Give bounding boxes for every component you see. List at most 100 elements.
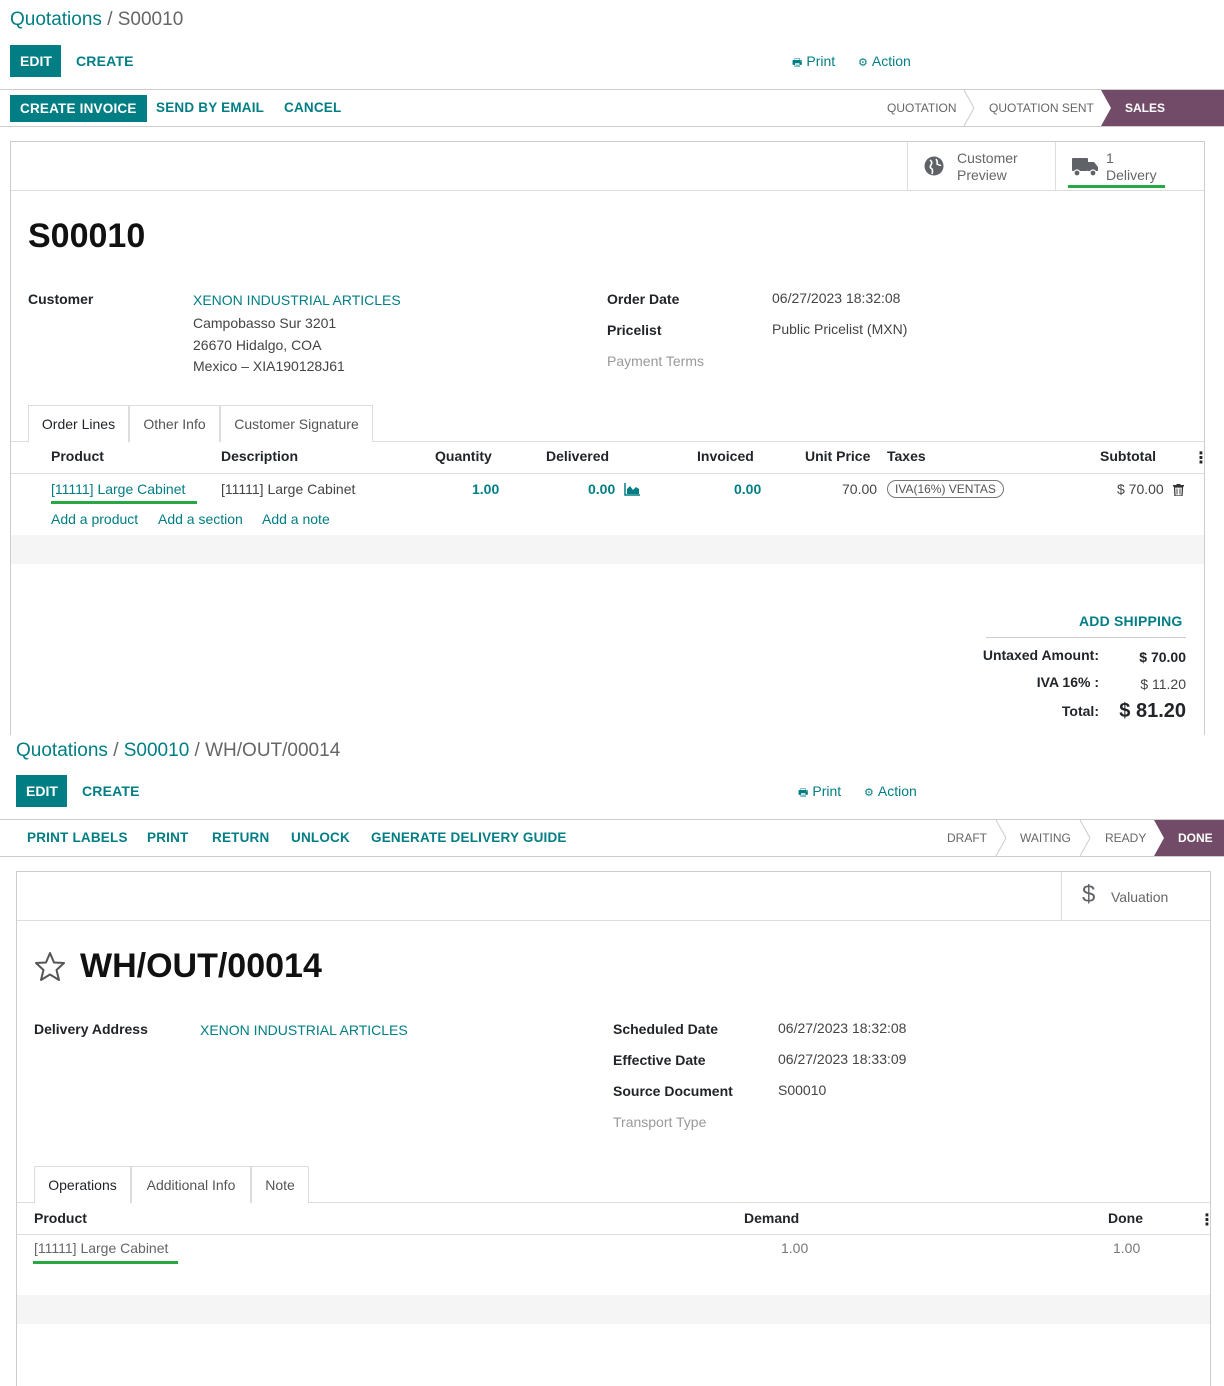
- table-row[interactable]: [11111] Large Cabinet 1.00 1.00: [17, 1235, 1210, 1265]
- delivery-count: 1: [1106, 150, 1114, 166]
- table-header: Product Description Quantity Delivered I…: [11, 442, 1209, 474]
- breadcrumb: Quotations / S00010 / WH/OUT/00014: [16, 740, 340, 762]
- add-product-link[interactable]: Add a product: [51, 511, 138, 527]
- kebab-icon[interactable]: ⋮: [1199, 1210, 1215, 1230]
- area-chart-icon[interactable]: [624, 483, 641, 496]
- line-invoiced[interactable]: 0.00: [734, 481, 761, 497]
- generate-delivery-guide-button[interactable]: GENERATE DELIVERY GUIDE: [371, 820, 567, 856]
- stage-draft: DRAFT: [947, 831, 987, 845]
- transport-type-label: Transport Type: [613, 1114, 707, 1130]
- col-unit-price[interactable]: Unit Price: [805, 448, 870, 464]
- col-done[interactable]: Done: [1108, 1210, 1143, 1226]
- action-menu[interactable]: ⚙ Action: [864, 781, 917, 801]
- customer-preview-line2: Preview: [957, 167, 1007, 183]
- form-sheet: Customer Preview 1 Delivery S00010 Custo…: [10, 141, 1209, 735]
- unlock-button[interactable]: UNLOCK: [291, 820, 350, 856]
- sales-order-panel: Quotations / S00010 EDIT CREATE 🖶 Print ⚙…: [0, 0, 1224, 735]
- notebook-tabs: Operations Additional Info Note: [17, 1166, 1210, 1204]
- status-bar: PRINT LABELS PRINT RETURN UNLOCK GENERAT…: [0, 819, 1224, 857]
- breadcrumb-current: WH/OUT/00014: [205, 740, 341, 761]
- col-product[interactable]: Product: [51, 448, 104, 464]
- return-button[interactable]: RETURN: [212, 820, 269, 856]
- button-box: $ Valuation: [17, 872, 1210, 921]
- tab-note[interactable]: Note: [251, 1166, 309, 1203]
- scheduled-date-value: 06/27/2023 18:32:08: [778, 1020, 907, 1036]
- breadcrumb-quotations[interactable]: Quotations: [10, 9, 102, 30]
- edit-button[interactable]: EDIT: [10, 45, 61, 77]
- breadcrumb-separator: /: [113, 740, 119, 761]
- pricelist-value[interactable]: Public Pricelist (MXN): [772, 318, 907, 340]
- col-invoiced[interactable]: Invoiced: [697, 448, 754, 464]
- breadcrumb-sale-order[interactable]: S00010: [124, 740, 190, 761]
- untaxed-label: Untaxed Amount:: [982, 647, 1099, 663]
- stage-separator: [1079, 820, 1091, 856]
- col-delivered[interactable]: Delivered: [546, 448, 609, 464]
- delivery-button[interactable]: 1 Delivery: [1055, 142, 1205, 190]
- print-labels-button[interactable]: PRINT LABELS: [27, 820, 128, 856]
- col-quantity[interactable]: Quantity: [435, 448, 492, 464]
- tab-other-info[interactable]: Other Info: [129, 405, 220, 442]
- stage-separator: [995, 820, 1007, 856]
- line-product[interactable]: [11111] Large Cabinet: [34, 1240, 168, 1256]
- table-row[interactable]: [11111] Large Cabinet [11111] Large Cabi…: [11, 475, 1204, 505]
- notebook-tabs: Order Lines Other Info Customer Signatur…: [11, 405, 1204, 443]
- tab-order-lines[interactable]: Order Lines: [28, 405, 129, 443]
- empty-row: [11, 535, 1204, 564]
- record-title: S00010: [28, 217, 146, 255]
- tab-operations[interactable]: Operations: [34, 1166, 131, 1204]
- create-invoice-button[interactable]: CREATE INVOICE: [10, 95, 147, 122]
- customer-address-line1: Campobasso Sur 3201: [193, 315, 337, 331]
- line-quantity[interactable]: 1.00: [472, 481, 499, 497]
- trash-icon[interactable]: [1173, 484, 1184, 496]
- tax-badge[interactable]: IVA(16%) VENTAS: [887, 480, 1004, 498]
- line-delivered[interactable]: 0.00: [588, 481, 615, 497]
- col-description[interactable]: Description: [221, 448, 298, 464]
- breadcrumb-separator: /: [107, 9, 113, 30]
- action-label: Action: [877, 783, 917, 799]
- add-note-link[interactable]: Add a note: [262, 511, 330, 527]
- print-icon: 🖶: [792, 57, 803, 69]
- customer-preview-button[interactable]: Customer Preview: [907, 142, 1055, 190]
- tax-label: IVA 16% :: [1036, 674, 1099, 690]
- cancel-button[interactable]: CANCEL: [284, 90, 341, 126]
- valuation-button[interactable]: $ Valuation: [1061, 872, 1211, 920]
- truck-icon: [1072, 158, 1098, 177]
- delivery-address-value[interactable]: XENON INDUSTRIAL ARTICLES: [200, 1019, 408, 1041]
- tab-customer-signature[interactable]: Customer Signature: [220, 405, 373, 442]
- customer-name[interactable]: XENON INDUSTRIAL ARTICLES: [193, 289, 401, 311]
- add-section-link[interactable]: Add a section: [158, 511, 243, 527]
- create-button[interactable]: CREATE: [82, 775, 140, 807]
- create-button[interactable]: CREATE: [76, 45, 134, 77]
- stage-quotation[interactable]: QUOTATION: [887, 90, 957, 126]
- col-demand[interactable]: Demand: [744, 1210, 799, 1226]
- breadcrumb-quotations[interactable]: Quotations: [16, 740, 108, 761]
- col-subtotal[interactable]: Subtotal: [1100, 448, 1156, 464]
- kebab-icon[interactable]: ⋮: [1193, 448, 1209, 468]
- print-icon: 🖶: [798, 787, 809, 799]
- add-shipping-button[interactable]: ADD SHIPPING: [1079, 605, 1183, 637]
- delivery-address-label: Delivery Address: [34, 1021, 148, 1037]
- send-by-email-button[interactable]: SEND BY EMAIL: [156, 90, 264, 126]
- order-date-label: Order Date: [607, 291, 680, 307]
- total-value: $ 81.20: [1119, 700, 1186, 722]
- valuation-label: Valuation: [1111, 889, 1169, 905]
- stage-quotation-sent[interactable]: QUOTATION SENT: [989, 90, 1094, 126]
- col-taxes[interactable]: Taxes: [887, 448, 926, 464]
- action-menu[interactable]: ⚙ Action: [858, 51, 911, 71]
- print-menu[interactable]: 🖶 Print: [792, 51, 835, 71]
- line-unit-price[interactable]: 70.00: [842, 481, 877, 497]
- star-icon[interactable]: [34, 951, 66, 982]
- stage-ready: READY: [1105, 831, 1147, 845]
- col-product[interactable]: Product: [34, 1210, 87, 1226]
- line-product[interactable]: [11111] Large Cabinet: [51, 481, 185, 497]
- effective-date-label: Effective Date: [613, 1052, 706, 1068]
- edit-button[interactable]: EDIT: [16, 775, 67, 807]
- product-underline: [33, 1261, 178, 1264]
- line-description[interactable]: [11111] Large Cabinet: [221, 481, 355, 497]
- print-menu[interactable]: 🖶 Print: [798, 781, 841, 801]
- tab-additional-info[interactable]: Additional Info: [131, 1166, 251, 1203]
- globe-icon: [924, 156, 944, 176]
- print-button[interactable]: PRINT: [147, 820, 189, 856]
- line-demand: 1.00: [781, 1240, 809, 1256]
- source-document-value: S00010: [778, 1082, 827, 1098]
